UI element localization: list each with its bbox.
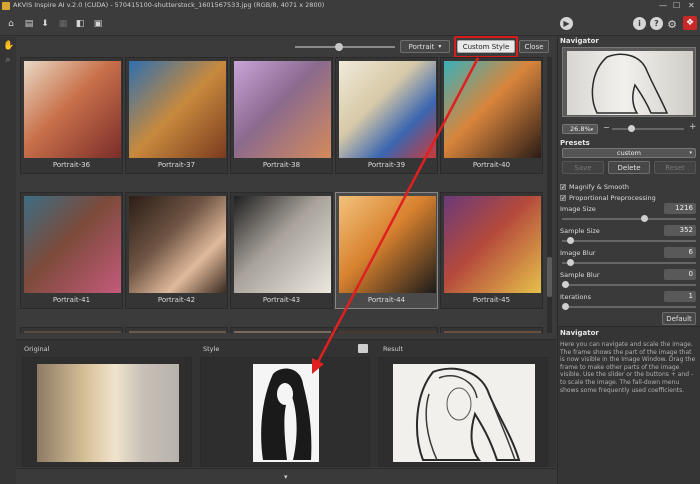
delete-preset-button[interactable]: Delete [608, 161, 650, 174]
iterations-label: Iterations [560, 293, 591, 301]
zoom-dropdown[interactable]: 26.8%▾ [562, 124, 598, 134]
help-title: Navigator [560, 329, 599, 337]
sample-size-value[interactable]: 352 [664, 225, 696, 236]
slider-knob[interactable] [562, 281, 569, 288]
image-blur-value[interactable]: 6 [664, 247, 696, 258]
proportional-label: Proportional Preprocessing [569, 194, 656, 202]
zoom-in-button[interactable]: + [689, 122, 697, 132]
magnify-smooth-checkbox[interactable]: ✓ [560, 184, 566, 191]
navigator-preview[interactable] [562, 47, 696, 117]
reset-preset-button[interactable]: Reset [654, 161, 696, 174]
presets-dropdown[interactable]: custom ▾ [562, 148, 696, 158]
help-text: Here you can navigate and scale the imag… [560, 341, 696, 394]
default-button[interactable]: Default [662, 312, 696, 325]
zoom-out-button[interactable]: − [603, 123, 610, 132]
chevron-down-icon: ▾ [590, 127, 594, 133]
zoom-slider[interactable] [612, 125, 684, 132]
sample-blur-value[interactable]: 0 [664, 269, 696, 280]
proportional-checkbox[interactable]: ✓ [560, 195, 566, 202]
presets-value: custom [617, 149, 641, 157]
zoom-value: 26.8% [570, 125, 591, 133]
image-blur-label: Image Blur [560, 249, 596, 257]
magnify-smooth-label: Magnify & Smooth [569, 183, 629, 191]
iterations-value[interactable]: 1 [664, 291, 696, 302]
navigator-image [567, 51, 693, 115]
presets-title: Presets [560, 139, 590, 147]
sample-size-slider[interactable] [562, 237, 696, 244]
slider-knob[interactable] [567, 237, 574, 244]
image-size-value[interactable]: 1216 [664, 203, 696, 214]
save-preset-button[interactable]: Save [562, 161, 604, 174]
iterations-slider[interactable] [562, 303, 696, 310]
chevron-down-icon: ▾ [689, 150, 692, 156]
sample-blur-label: Sample Blur [560, 271, 600, 279]
sample-size-label: Sample Size [560, 227, 600, 235]
image-size-slider[interactable] [562, 215, 696, 222]
navigator-title: Navigator [560, 37, 599, 45]
image-size-label: Image Size [560, 205, 596, 213]
slider-knob[interactable] [562, 303, 569, 310]
sample-blur-slider[interactable] [562, 281, 696, 288]
slider-knob[interactable] [641, 215, 648, 222]
image-blur-slider[interactable] [562, 259, 696, 266]
navigator-sketch-graphic [591, 53, 669, 114]
slider-knob[interactable] [628, 125, 635, 132]
slider-knob[interactable] [567, 259, 574, 266]
